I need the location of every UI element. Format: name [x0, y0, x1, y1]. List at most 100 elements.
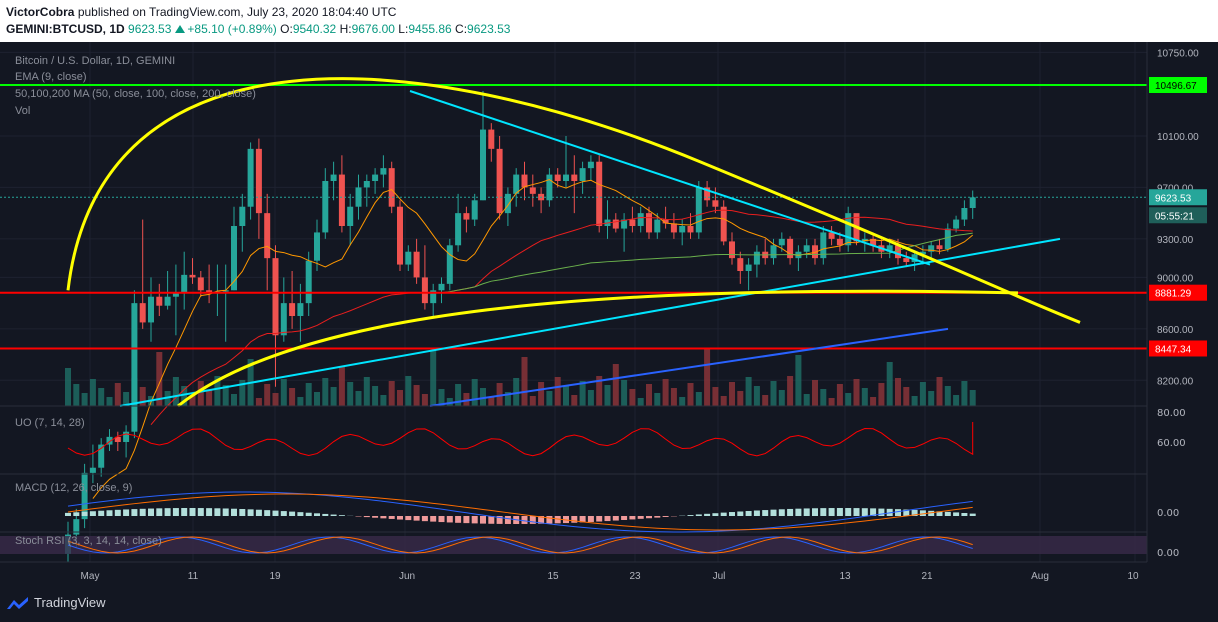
volume-bar	[944, 386, 951, 406]
macd-histogram-bar	[363, 516, 370, 518]
candle-body	[197, 277, 204, 291]
candle-body	[488, 129, 495, 149]
volume-bar	[704, 348, 711, 406]
macd-histogram-bar	[770, 509, 777, 516]
macd-histogram-bar	[820, 508, 827, 516]
macd-histogram-bar	[231, 508, 237, 516]
last-price: 9623.53	[128, 22, 172, 36]
volume-bar	[563, 386, 569, 406]
candle-body	[612, 219, 619, 229]
volume-bar	[347, 382, 354, 406]
uo-tick-label: 80.00	[1157, 408, 1186, 419]
volume-bar	[745, 377, 752, 406]
macd-histogram-bar	[604, 516, 611, 522]
time-axis[interactable]: May 11 19 Jun 15 23 Jul 13 21 Aug 10	[0, 561, 1218, 586]
volume-bar	[231, 394, 237, 406]
volume-bar	[820, 389, 827, 406]
volume-bar	[172, 377, 179, 406]
macd-histogram-bar	[388, 516, 395, 519]
candle-body	[247, 148, 254, 207]
candle-body	[280, 303, 287, 336]
candle-body	[729, 241, 735, 259]
macd-histogram-bar	[662, 516, 669, 517]
macd-histogram-bar	[206, 508, 213, 516]
volume-bar	[836, 384, 843, 406]
candle-body	[305, 260, 312, 304]
volume-bar	[197, 381, 204, 406]
price-tick-label: 10750.00	[1157, 48, 1199, 59]
time-tick-label: 10	[1127, 571, 1139, 582]
candle-body	[903, 258, 910, 262]
macd-histogram-bar	[712, 513, 719, 516]
candle-body	[546, 174, 553, 201]
volume-bar	[646, 384, 652, 406]
macd-histogram-bar	[164, 508, 171, 516]
candle-body	[720, 206, 727, 242]
candle-body	[438, 283, 445, 291]
macd-histogram-bar	[413, 516, 420, 521]
volume-bar	[712, 387, 719, 406]
candle-body	[480, 129, 486, 201]
candle-body	[953, 219, 960, 229]
macd-histogram-bar	[637, 516, 644, 519]
candle-body	[961, 208, 968, 220]
volume-bar	[936, 377, 943, 406]
volume-bar	[430, 350, 437, 406]
macd-histogram-bar	[372, 516, 379, 518]
up-arrow-icon	[175, 25, 186, 33]
macd-histogram-bar	[421, 516, 428, 522]
price-chart[interactable]: 10750.0010100.009700.009300.009000.00860…	[0, 42, 1218, 586]
volume-bar	[803, 394, 810, 406]
ascending-trendline	[119, 237, 1061, 407]
candle-body	[272, 258, 279, 336]
macd-histogram-bar	[438, 516, 445, 523]
macd-histogram-bar	[197, 508, 204, 516]
candle-body	[405, 251, 412, 265]
stoch-tick-label: 0.00	[1157, 548, 1179, 559]
author-name[interactable]: VictorCobra	[6, 5, 74, 19]
volume-bar	[98, 388, 105, 406]
volume-bar	[919, 382, 926, 406]
macd-tick-label: 0.00	[1157, 508, 1179, 519]
candle-body	[363, 181, 370, 188]
macd-histogram-bar	[280, 511, 287, 516]
macd-histogram-bar	[521, 516, 528, 524]
macd-histogram-bar	[745, 510, 752, 516]
candle-body	[123, 431, 130, 442]
candle-body	[156, 296, 163, 306]
macd-histogram-bar	[546, 516, 553, 524]
macd-histogram-bar	[305, 512, 312, 516]
candle-body	[587, 161, 594, 169]
macd-histogram-bar	[836, 508, 843, 516]
macd-histogram-bar	[181, 508, 188, 516]
macd-histogram-bar	[255, 509, 262, 516]
volume-bar	[621, 380, 628, 406]
macd-histogram-bar	[737, 511, 744, 516]
candle-body	[712, 200, 719, 207]
candle-body	[347, 206, 354, 226]
volume-bar	[969, 390, 976, 406]
volume-bar	[903, 387, 910, 406]
macd-histogram-bar	[504, 516, 511, 524]
volume-bar	[81, 393, 88, 406]
macd-histogram-bar	[405, 516, 412, 521]
macd-histogram-bar	[629, 516, 636, 520]
candle-body	[737, 258, 744, 271]
candle-body	[413, 251, 420, 278]
legend-ema: EMA (9, close)	[15, 71, 87, 83]
time-tick-label: 15	[547, 571, 559, 582]
macd-histogram-bar	[330, 514, 337, 516]
volume-bar	[397, 390, 403, 406]
macd-histogram-bar	[471, 516, 478, 524]
volume-bar	[322, 378, 329, 406]
volume-bar	[554, 377, 561, 406]
uo-tick-label: 60.00	[1157, 438, 1186, 449]
volume-bar	[380, 395, 387, 406]
macd-histogram-bar	[338, 515, 345, 516]
time-tick-label: 11	[188, 571, 199, 582]
tradingview-logo-icon	[7, 597, 28, 609]
price-axis[interactable]: 10750.0010100.009700.009300.009000.00860…	[1146, 42, 1218, 586]
volume-bar	[870, 397, 877, 406]
volume-bar	[73, 384, 80, 406]
macd-histogram-bar	[704, 513, 711, 516]
